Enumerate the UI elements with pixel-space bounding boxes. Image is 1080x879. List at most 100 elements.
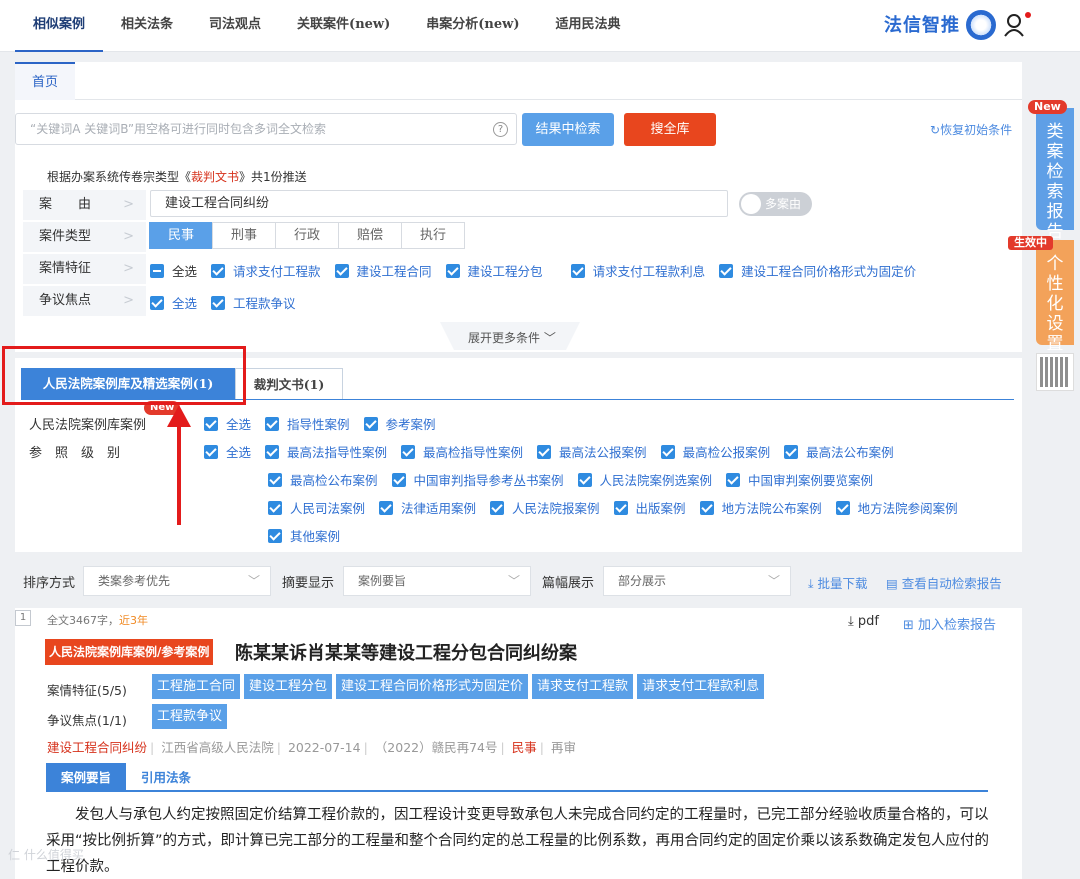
checkbox[interactable] [211, 295, 226, 310]
multi-cause-toggle[interactable]: 多案由 [739, 192, 812, 216]
feature-option[interactable]: 请求支付工程款 [233, 261, 321, 280]
checkbox[interactable] [268, 500, 282, 515]
checkbox[interactable] [401, 444, 416, 459]
library-option[interactable]: 地方法院参阅案例 [858, 498, 958, 517]
personal-settings-button[interactable]: 个性化设置 [1036, 240, 1074, 354]
add-to-report[interactable]: ⊞ 加入检索报告 [903, 614, 996, 633]
library-option[interactable]: 中国审判案例要览案例 [748, 470, 873, 489]
feature-chip[interactable]: 建设工程分包 [244, 674, 333, 699]
checkbox[interactable] [265, 444, 280, 459]
library-option[interactable]: 最高法指导性案例 [287, 442, 387, 461]
dispute-select-all[interactable]: 全选 [172, 293, 197, 312]
tab-similar-cases[interactable]: 相似案例 [15, 0, 104, 52]
tab-judgment-documents[interactable]: 裁判文书(1) [235, 368, 343, 399]
restore-conditions-link[interactable]: ↻恢复初始条件 [930, 121, 1012, 138]
feature-chip[interactable]: 工程施工合同 [152, 674, 241, 699]
library-option[interactable]: 地方法院公布案例 [722, 498, 822, 517]
search-all-button[interactable]: 搜全库 [624, 113, 716, 146]
qr-code-icon[interactable] [1036, 353, 1074, 391]
checkbox[interactable] [784, 444, 799, 459]
library-option[interactable]: 中国审判指导参考丛书案例 [414, 470, 564, 489]
feature-chip[interactable]: 请求支付工程款利息 [637, 674, 765, 699]
checkbox[interactable] [699, 500, 714, 515]
checkbox[interactable] [150, 295, 164, 310]
tab-cited-laws[interactable]: 引用法条 [126, 763, 206, 792]
library-option[interactable]: 参考案例 [386, 414, 436, 433]
library-option[interactable]: 法律适用案例 [401, 498, 476, 517]
case-cause-input[interactable]: 建设工程合同纠纷 [150, 190, 728, 217]
library-option[interactable]: 人民法院案例选案例 [600, 470, 713, 489]
checkbox[interactable] [391, 472, 406, 487]
case-type-criminal[interactable]: 刑事 [212, 222, 276, 249]
feature-option[interactable]: 建设工程合同 [357, 261, 432, 280]
case-type-compensation[interactable]: 赔偿 [338, 222, 402, 249]
checkbox[interactable] [490, 500, 505, 515]
case-title[interactable]: 陈某某诉肖某某等建设工程分包合同纠纷案 [235, 639, 577, 665]
case-type-selector: 民事 刑事 行政 赔偿 执行 [149, 222, 465, 249]
feature-chip[interactable]: 建设工程合同价格形式为固定价 [336, 674, 529, 699]
library-option[interactable]: 最高检公布案例 [290, 470, 378, 489]
view-report-link[interactable]: ▤ 查看自动检索报告 [886, 573, 1002, 592]
checkbox[interactable] [445, 263, 460, 278]
pdf-download[interactable]: ⤓ pdf [848, 614, 879, 629]
checkbox[interactable] [613, 500, 628, 515]
checkbox[interactable] [835, 500, 850, 515]
checkbox[interactable] [265, 416, 280, 431]
summary-select[interactable]: 案例要旨 ﹀ [343, 566, 531, 596]
case-type-administrative[interactable]: 行政 [275, 222, 339, 249]
search-in-results-button[interactable]: 结果中检索 [522, 113, 614, 146]
library-option[interactable]: 人民司法案例 [290, 498, 365, 517]
checkbox[interactable] [660, 444, 675, 459]
checkbox[interactable] [719, 263, 734, 278]
tab-civil-code[interactable]: 适用民法典 [537, 0, 638, 52]
library-option[interactable]: 人民法院报案例 [512, 498, 600, 517]
tab-judicial-views[interactable]: 司法观点 [191, 0, 279, 52]
expand-more-conditions[interactable]: 展开更多条件 ﹀ [468, 329, 556, 346]
feature-option[interactable]: 请求支付工程款利息 [593, 261, 706, 280]
checkbox-partial[interactable] [150, 263, 164, 278]
batch-download-link[interactable]: ⤓ 批量下载 [808, 573, 868, 592]
case-type-civil[interactable]: 民事 [149, 222, 213, 249]
length-select[interactable]: 部分展示 ﹀ [603, 566, 791, 596]
checkbox[interactable] [570, 263, 585, 278]
feature-option[interactable]: 建设工程合同价格形式为固定价 [741, 261, 916, 280]
tab-home[interactable]: 首页 [15, 62, 75, 100]
tab-related-cases[interactable]: 关联案件(new) [279, 0, 408, 52]
tab-related-laws[interactable]: 相关法条 [103, 0, 191, 52]
feature-chip[interactable]: 请求支付工程款 [532, 674, 634, 699]
checkbox[interactable] [577, 472, 592, 487]
sort-select[interactable]: 类案参考优先 ﹀ [83, 566, 271, 596]
download-icon: ⤓ [808, 576, 814, 591]
feature-select-all[interactable]: 全选 [172, 261, 197, 280]
checkbox[interactable] [379, 500, 394, 515]
dispute-option[interactable]: 工程款争议 [233, 293, 296, 312]
checkbox[interactable] [268, 472, 282, 487]
feature-option[interactable]: 建设工程分包 [468, 261, 543, 280]
case-search-report-button[interactable]: 类案检索报告 [1036, 108, 1074, 242]
library-option[interactable]: 最高检指导性案例 [423, 442, 523, 461]
library-option[interactable]: 指导性案例 [287, 414, 350, 433]
checkbox[interactable] [726, 472, 741, 487]
library-option[interactable]: 全选 [226, 414, 251, 433]
checkbox[interactable] [204, 444, 218, 459]
dispute-chip[interactable]: 工程款争议 [152, 704, 228, 729]
library-option[interactable]: 最高法公布案例 [806, 442, 894, 461]
library-option[interactable]: 其他案例 [290, 526, 340, 545]
tab-case-gist[interactable]: 案例要旨 [46, 763, 126, 792]
library-option[interactable]: 最高法公报案例 [559, 442, 647, 461]
tab-series-analysis[interactable]: 串案分析(new) [408, 0, 537, 52]
help-icon[interactable]: ? [493, 122, 508, 137]
library-option[interactable]: 最高检公报案例 [683, 442, 771, 461]
library-option[interactable]: 出版案例 [636, 498, 686, 517]
checkbox[interactable] [268, 528, 282, 543]
top-bar: 相似案例 相关法条 司法观点 关联案件(new) 串案分析(new) 适用民法典… [0, 0, 1080, 52]
search-input[interactable]: “关键词A 关键词B”用空格可进行同时包含多词全文检索 ? [15, 113, 517, 145]
checkbox[interactable] [334, 263, 349, 278]
library-option[interactable]: 全选 [226, 442, 251, 461]
checkbox[interactable] [211, 263, 226, 278]
case-type-execution[interactable]: 执行 [401, 222, 465, 249]
checkbox[interactable] [204, 416, 218, 431]
checkbox[interactable] [363, 416, 378, 431]
user-icon[interactable] [1004, 12, 1032, 38]
checkbox[interactable] [537, 444, 552, 459]
